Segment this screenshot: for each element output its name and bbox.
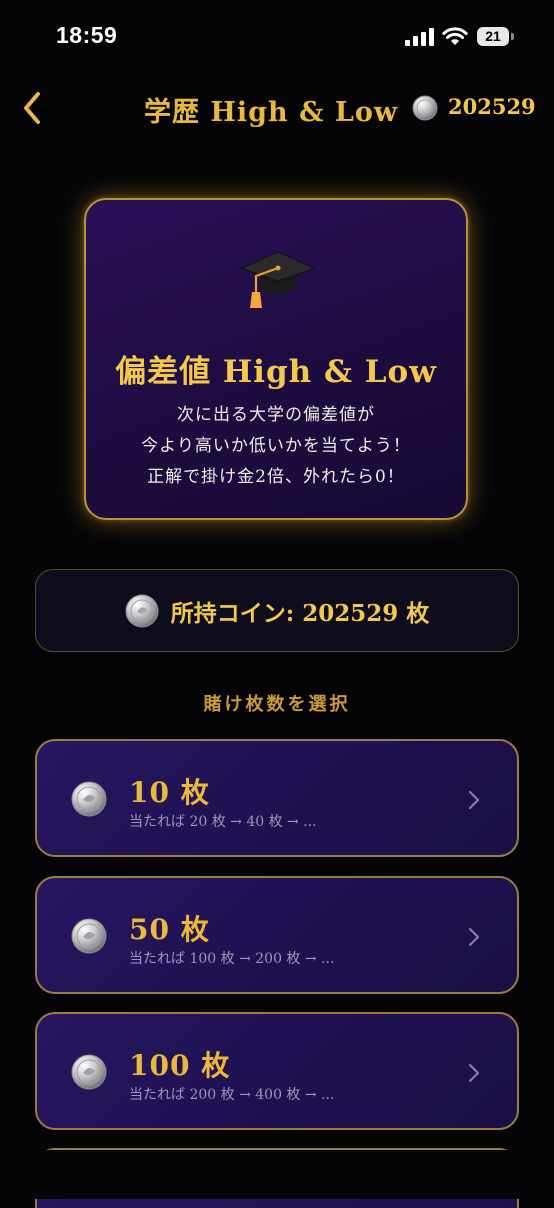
hero-description-line: 次に出る大学の偏差値が xyxy=(177,405,375,425)
game-info-card: 偏差値 High & Low 次に出る大学の偏差値が 今より高いか低いかを当てよ… xyxy=(84,198,468,520)
bet-option-100[interactable]: 100 枚 当たれば 200 枚 → 400 枚 → ... xyxy=(35,1012,519,1130)
status-bar: 18:59 21 xyxy=(0,0,554,70)
bet-payout-text: 当たれば 20 枚 → 40 枚 → ... xyxy=(129,814,317,830)
graduation-cap-icon xyxy=(240,251,316,308)
chevron-left-icon[interactable] xyxy=(18,90,48,126)
wifi-icon xyxy=(442,27,468,45)
page-title: 学歴 High & Low xyxy=(144,97,399,128)
coin-balance-panel: 所持コイン: 202529 枚 xyxy=(35,569,519,652)
coin-balance-text: 所持コイン: 202529 枚 xyxy=(170,599,430,627)
hero-description-line: 今より高いか低いかを当てよう！ xyxy=(141,436,411,456)
chevron-right-icon xyxy=(468,790,480,810)
bet-option-10[interactable]: 10 枚 当たれば 20 枚 → 40 枚 → ... xyxy=(35,739,519,857)
silver-coin-icon xyxy=(412,95,438,121)
bet-amount: 50 枚 xyxy=(129,913,210,946)
silver-coin-icon xyxy=(125,594,159,627)
bottom-mask xyxy=(0,1150,554,1199)
bet-option-50[interactable]: 50 枚 当たれば 100 枚 → 200 枚 → ... xyxy=(35,876,519,994)
hero-description-line: 正解で掛け金2倍、外れたら0！ xyxy=(147,467,405,487)
silver-coin-icon xyxy=(71,781,107,817)
bet-amount: 100 枚 xyxy=(129,1049,231,1082)
hero-description: 次に出る大学の偏差値が 今より高いか低いかを当てよう！ 正解で掛け金2倍、外れた… xyxy=(86,400,466,493)
silver-coin-icon xyxy=(71,1054,107,1090)
battery-level: 21 xyxy=(477,27,509,46)
bet-payout-text: 当たれば 200 枚 → 400 枚 → ... xyxy=(129,1087,335,1103)
chevron-right-icon xyxy=(468,927,480,947)
hero-title: 偏差値 High & Low xyxy=(115,354,437,390)
bet-payout-text: 当たれば 100 枚 → 200 枚 → ... xyxy=(129,951,335,967)
signal-icon xyxy=(405,28,434,46)
battery-cap xyxy=(511,33,514,40)
header-coin-count: 202529 xyxy=(448,94,536,119)
bet-section-label: 賭け枚数を選択 xyxy=(203,694,351,715)
battery-icon: 21 xyxy=(477,27,515,46)
status-time: 18:59 xyxy=(56,22,118,48)
silver-coin-icon xyxy=(71,918,107,954)
bet-amount: 10 枚 xyxy=(129,776,210,809)
chevron-right-icon xyxy=(468,1063,480,1083)
